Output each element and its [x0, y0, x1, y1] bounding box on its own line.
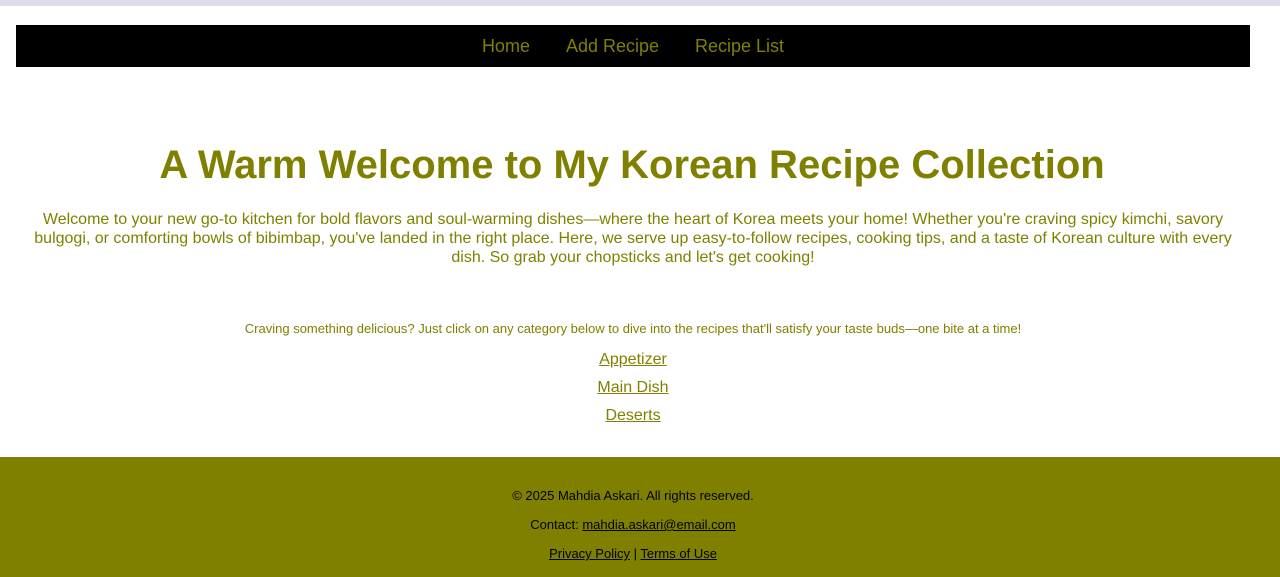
contact-email-link[interactable]: mahdia.askari@email.com [582, 517, 735, 532]
main-navbar: Home Add Recipe Recipe List [16, 25, 1250, 67]
footer-legal-links: Privacy Policy | Terms of Use [0, 546, 1266, 561]
terms-of-use-link[interactable]: Terms of Use [640, 546, 717, 561]
page-footer: © 2025 Mahdia Askari. All rights reserve… [0, 457, 1280, 577]
browser-top-strip [0, 0, 1280, 6]
footer-separator: | [629, 546, 641, 561]
nav-link-recipe-list[interactable]: Recipe List [695, 36, 784, 57]
category-intro-text: Craving something delicious? Just click … [244, 321, 1022, 336]
footer-contact: Contact: mahdia.askari@email.com [0, 517, 1266, 532]
nav-link-add-recipe[interactable]: Add Recipe [566, 36, 659, 57]
category-link-appetizer[interactable]: Appetizer [599, 350, 667, 370]
nav-link-home[interactable]: Home [482, 36, 530, 57]
category-link-deserts[interactable]: Deserts [605, 406, 660, 426]
footer-copyright: © 2025 Mahdia Askari. All rights reserve… [512, 488, 754, 503]
contact-label: Contact: [530, 517, 583, 532]
welcome-paragraph: Welcome to your new go-to kitchen for bo… [34, 211, 1232, 266]
privacy-policy-link[interactable]: Privacy Policy [549, 546, 630, 561]
page-title: A Warm Welcome to My Korean Recipe Colle… [159, 143, 1105, 187]
category-link-main-dish[interactable]: Main Dish [597, 378, 668, 398]
category-links: Appetizer Main Dish Deserts [0, 350, 1266, 426]
